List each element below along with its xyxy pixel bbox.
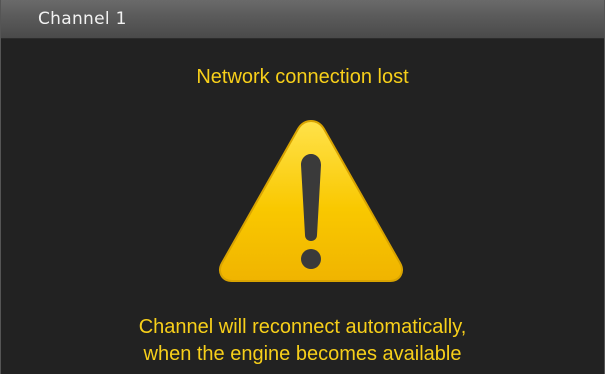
status-message: Channel will reconnect automatically, wh… <box>1 314 604 368</box>
titlebar[interactable]: Channel 1 <box>1 0 604 39</box>
status-panel: Network connection lost Channel will rec… <box>1 39 604 374</box>
status-headline: Network connection lost <box>196 66 409 88</box>
channel-window: Channel 1 Network connection lost Channe… <box>0 0 605 374</box>
channel-title: Channel 1 <box>38 9 127 29</box>
warning-icon <box>219 119 403 282</box>
status-message-line: when the engine becomes available <box>143 343 462 365</box>
status-message-line: Channel will reconnect automatically, <box>138 316 467 338</box>
